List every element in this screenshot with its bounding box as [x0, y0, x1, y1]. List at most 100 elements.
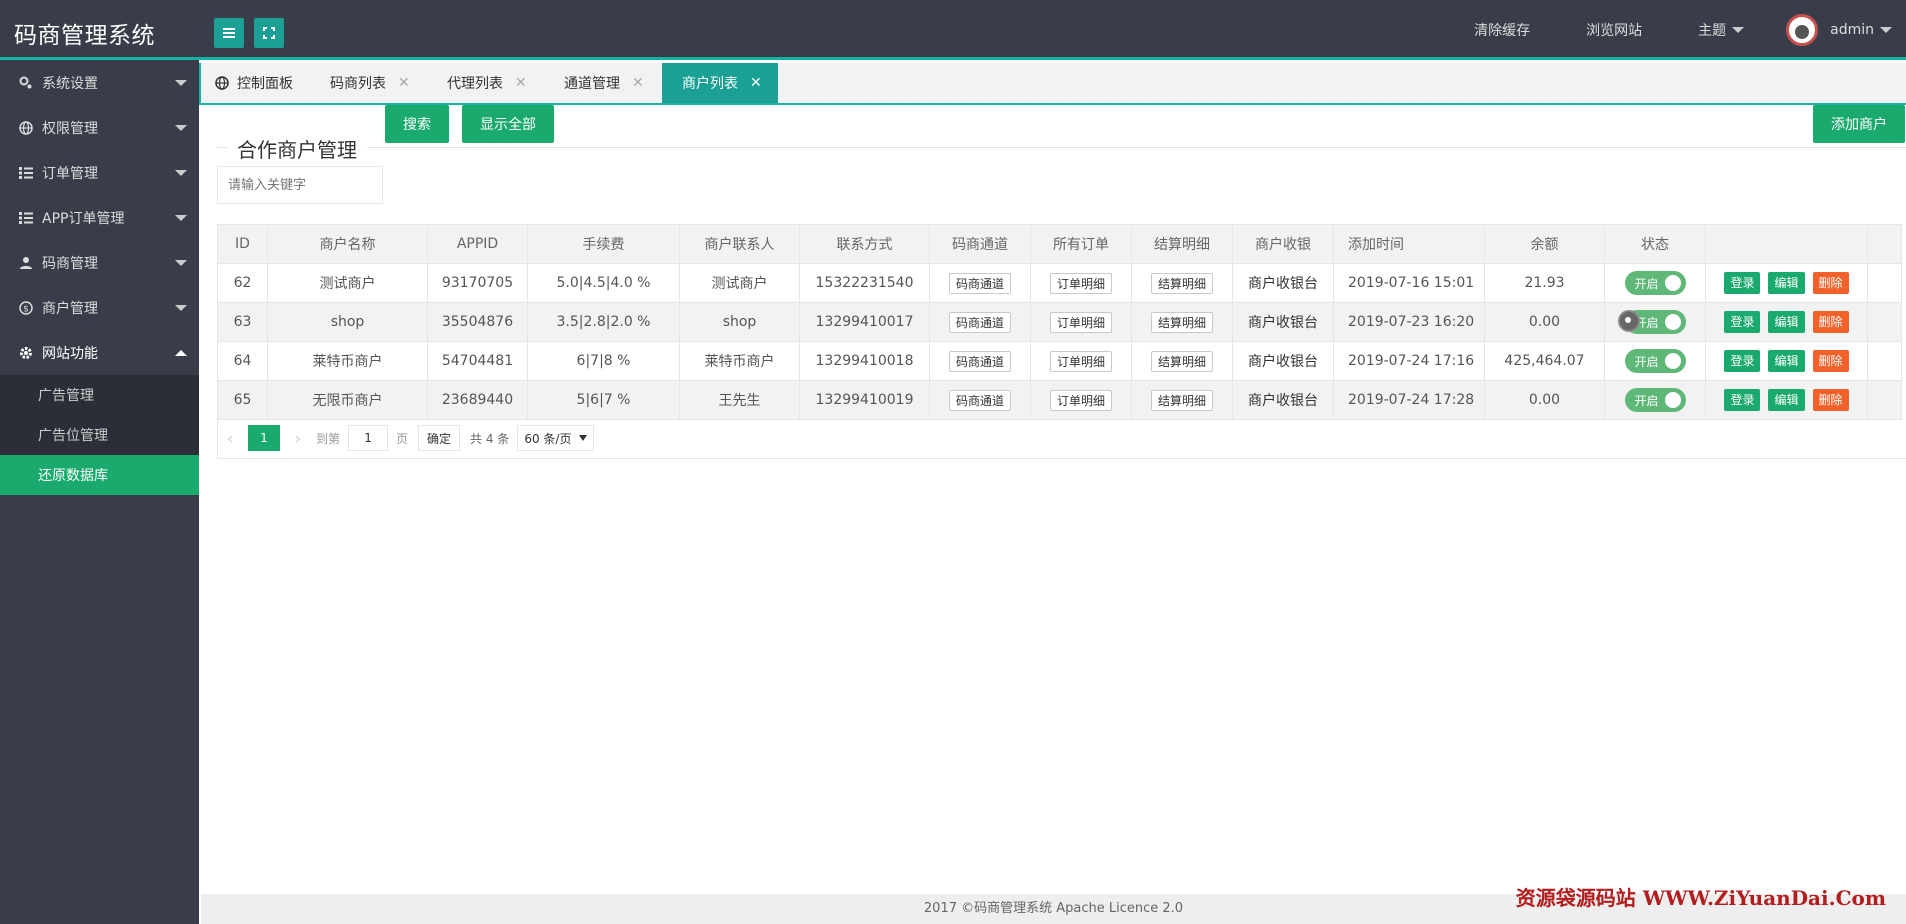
browse-site-link[interactable]: 浏览网站	[1586, 20, 1642, 40]
globe-icon	[215, 76, 229, 90]
cell-name: 测试商户	[267, 263, 428, 303]
edit-button[interactable]: 编辑	[1768, 389, 1805, 411]
settlement-detail-button[interactable]: 结算明细	[1150, 311, 1213, 333]
column-header	[1867, 224, 1902, 264]
close-icon[interactable]: ✕	[515, 75, 527, 91]
cell-balance: 0.00	[1484, 302, 1605, 342]
page-number-current[interactable]: 1	[248, 425, 280, 451]
globe-icon	[18, 120, 34, 136]
goto-page-input[interactable]	[348, 425, 389, 451]
sidebar-item-site-functions[interactable]: 网站功能	[0, 330, 199, 375]
sidebar-item-merchants[interactable]: $ 商户管理	[0, 285, 199, 330]
coin-icon: $	[18, 300, 34, 316]
channel-button[interactable]: 码商通道	[948, 311, 1011, 333]
edit-button[interactable]: 编辑	[1768, 350, 1805, 372]
cell-contact: shop	[679, 302, 800, 342]
user-menu[interactable]: admin	[1786, 14, 1892, 46]
status-label: 开启	[1634, 393, 1659, 408]
next-page-button[interactable]: ›	[286, 429, 310, 448]
top-header: 码商管理系统 清除缓存 浏览网站 主题 admin	[0, 0, 1906, 60]
login-button[interactable]: 登录	[1724, 311, 1761, 333]
tab-agent-list[interactable]: 代理列表 ✕	[447, 63, 527, 103]
add-merchant-button[interactable]: 添加商户	[1813, 105, 1905, 143]
prev-page-button[interactable]: ‹	[218, 429, 242, 448]
channel-button[interactable]: 码商通道	[948, 389, 1011, 411]
search-button[interactable]: 搜索	[385, 105, 449, 143]
theme-dropdown[interactable]: 主题	[1698, 20, 1745, 40]
page-title: 合作商户管理	[227, 134, 367, 163]
status-toggle[interactable]: 开启	[1624, 349, 1686, 373]
delete-button[interactable]: 删除	[1812, 389, 1849, 411]
column-header: 商户联系人	[679, 224, 800, 264]
settlement-detail-button[interactable]: 结算明细	[1150, 350, 1213, 372]
list-icon	[18, 165, 34, 181]
column-header: 结算明细	[1131, 224, 1233, 264]
channel-button[interactable]: 码商通道	[948, 272, 1011, 294]
menu-icon	[223, 28, 235, 38]
settlement-detail-button[interactable]: 结算明细	[1150, 272, 1213, 294]
cell-contact: 测试商户	[679, 263, 800, 303]
page-size-select[interactable]: 60 条/页	[517, 425, 595, 451]
chevron-down-icon	[1732, 27, 1745, 33]
edit-button[interactable]: 编辑	[1768, 272, 1805, 294]
cell-appid: 23689440	[427, 380, 528, 420]
chevron-down-icon	[579, 435, 588, 441]
cell-time: 2019-07-24 17:16	[1333, 341, 1485, 381]
delete-button[interactable]: 删除	[1812, 311, 1849, 333]
sidebar-item-app-orders[interactable]: APP订单管理	[0, 195, 199, 240]
edit-button[interactable]: 编辑	[1768, 311, 1805, 333]
delete-button[interactable]: 删除	[1812, 350, 1849, 372]
sidebar-subitem-ad-slots[interactable]: 广告位管理	[0, 415, 199, 455]
cell-cashier[interactable]: 商户收银台	[1232, 263, 1334, 303]
close-icon[interactable]: ✕	[632, 75, 644, 91]
order-detail-button[interactable]: 订单明细	[1049, 272, 1112, 294]
tab-merchant-list[interactable]: 商户列表 ✕	[662, 63, 778, 103]
cell-balance: 425,464.07	[1484, 341, 1605, 381]
goto-confirm-button[interactable]: 确定	[418, 425, 461, 451]
column-header	[1705, 224, 1868, 264]
login-button[interactable]: 登录	[1724, 350, 1761, 372]
sidebar-item-label: APP订单管理	[42, 210, 125, 227]
chevron-down-icon	[1880, 27, 1892, 33]
total-count: 共 4 条	[470, 431, 510, 446]
app-title: 码商管理系统	[14, 23, 155, 49]
menu-toggle-button[interactable]	[214, 18, 244, 48]
order-detail-button[interactable]: 订单明细	[1049, 389, 1112, 411]
search-input[interactable]	[217, 166, 383, 204]
sidebar-item-code-merchants[interactable]: 码商管理	[0, 240, 199, 285]
cell-time: 2019-07-24 17:28	[1333, 380, 1485, 420]
cell-name: shop	[267, 302, 428, 342]
close-icon[interactable]: ✕	[398, 75, 410, 91]
cell-fee: 3.5|2.8|2.0 %	[527, 302, 680, 342]
sidebar-subitem-ads[interactable]: 广告管理	[0, 375, 199, 415]
tab-channel-management[interactable]: 通道管理 ✕	[564, 63, 644, 103]
cell-cashier[interactable]: 商户收银台	[1232, 302, 1334, 342]
toggle-knob	[1664, 275, 1681, 291]
table-header-row: ID 商户名称 APPID 手续费 商户联系人 联系方式 码商通道 所有订单 结…	[217, 224, 1902, 264]
sidebar-item-permissions[interactable]: 权限管理	[0, 105, 199, 150]
status-toggle[interactable]: 开启	[1624, 271, 1686, 295]
tab-code-merchant-list[interactable]: 码商列表 ✕	[330, 63, 410, 103]
order-detail-button[interactable]: 订单明细	[1049, 350, 1112, 372]
cell-appid: 54704481	[427, 341, 528, 381]
cell-id: 64	[217, 341, 268, 381]
tab-dashboard[interactable]: 控制面板	[215, 63, 293, 103]
close-icon[interactable]: ✕	[750, 75, 762, 91]
settlement-detail-button[interactable]: 结算明细	[1150, 389, 1213, 411]
sidebar-item-system-settings[interactable]: 系统设置	[0, 60, 199, 105]
sidebar-item-orders[interactable]: 订单管理	[0, 150, 199, 195]
sidebar-subitem-restore-db[interactable]: 还原数据库	[0, 455, 199, 495]
clear-cache-link[interactable]: 清除缓存	[1474, 20, 1530, 40]
cell-cashier[interactable]: 商户收银台	[1232, 341, 1334, 381]
cell-cashier[interactable]: 商户收银台	[1232, 380, 1334, 420]
column-header: 手续费	[527, 224, 680, 264]
fullscreen-button[interactable]	[254, 18, 284, 48]
order-detail-button[interactable]: 订单明细	[1049, 311, 1112, 333]
show-all-button[interactable]: 显示全部	[462, 105, 554, 143]
cell-phone: 13299410017	[799, 302, 930, 342]
status-toggle[interactable]: 开启	[1624, 388, 1686, 412]
login-button[interactable]: 登录	[1724, 272, 1761, 294]
delete-button[interactable]: 删除	[1812, 272, 1849, 294]
channel-button[interactable]: 码商通道	[948, 350, 1011, 372]
login-button[interactable]: 登录	[1724, 389, 1761, 411]
